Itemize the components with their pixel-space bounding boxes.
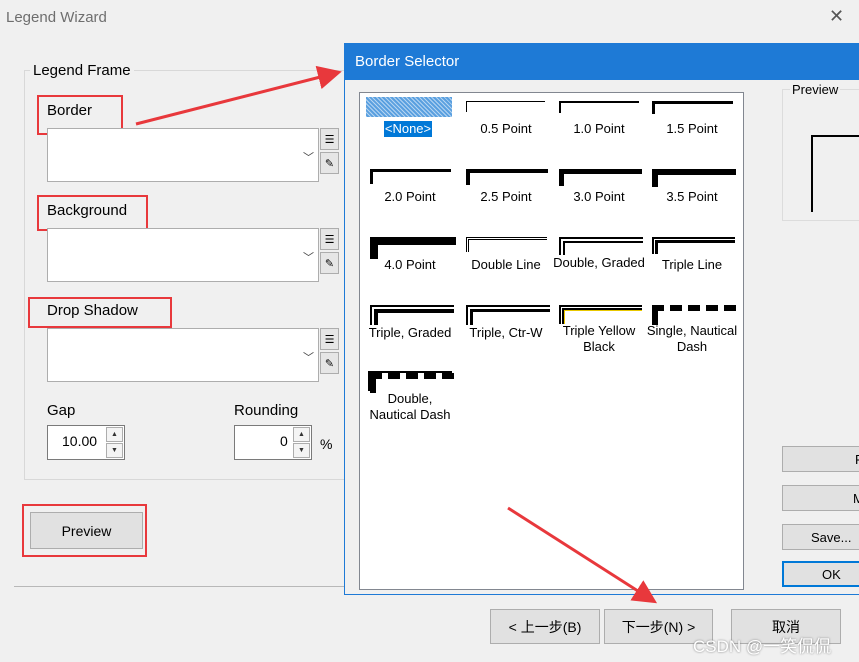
annotation-arrows bbox=[135, 65, 658, 604]
arrow-to-next-button bbox=[507, 506, 658, 604]
watermark: CSDN @一笑侃侃 bbox=[693, 637, 832, 656]
arrow-to-border-selector bbox=[135, 65, 342, 126]
